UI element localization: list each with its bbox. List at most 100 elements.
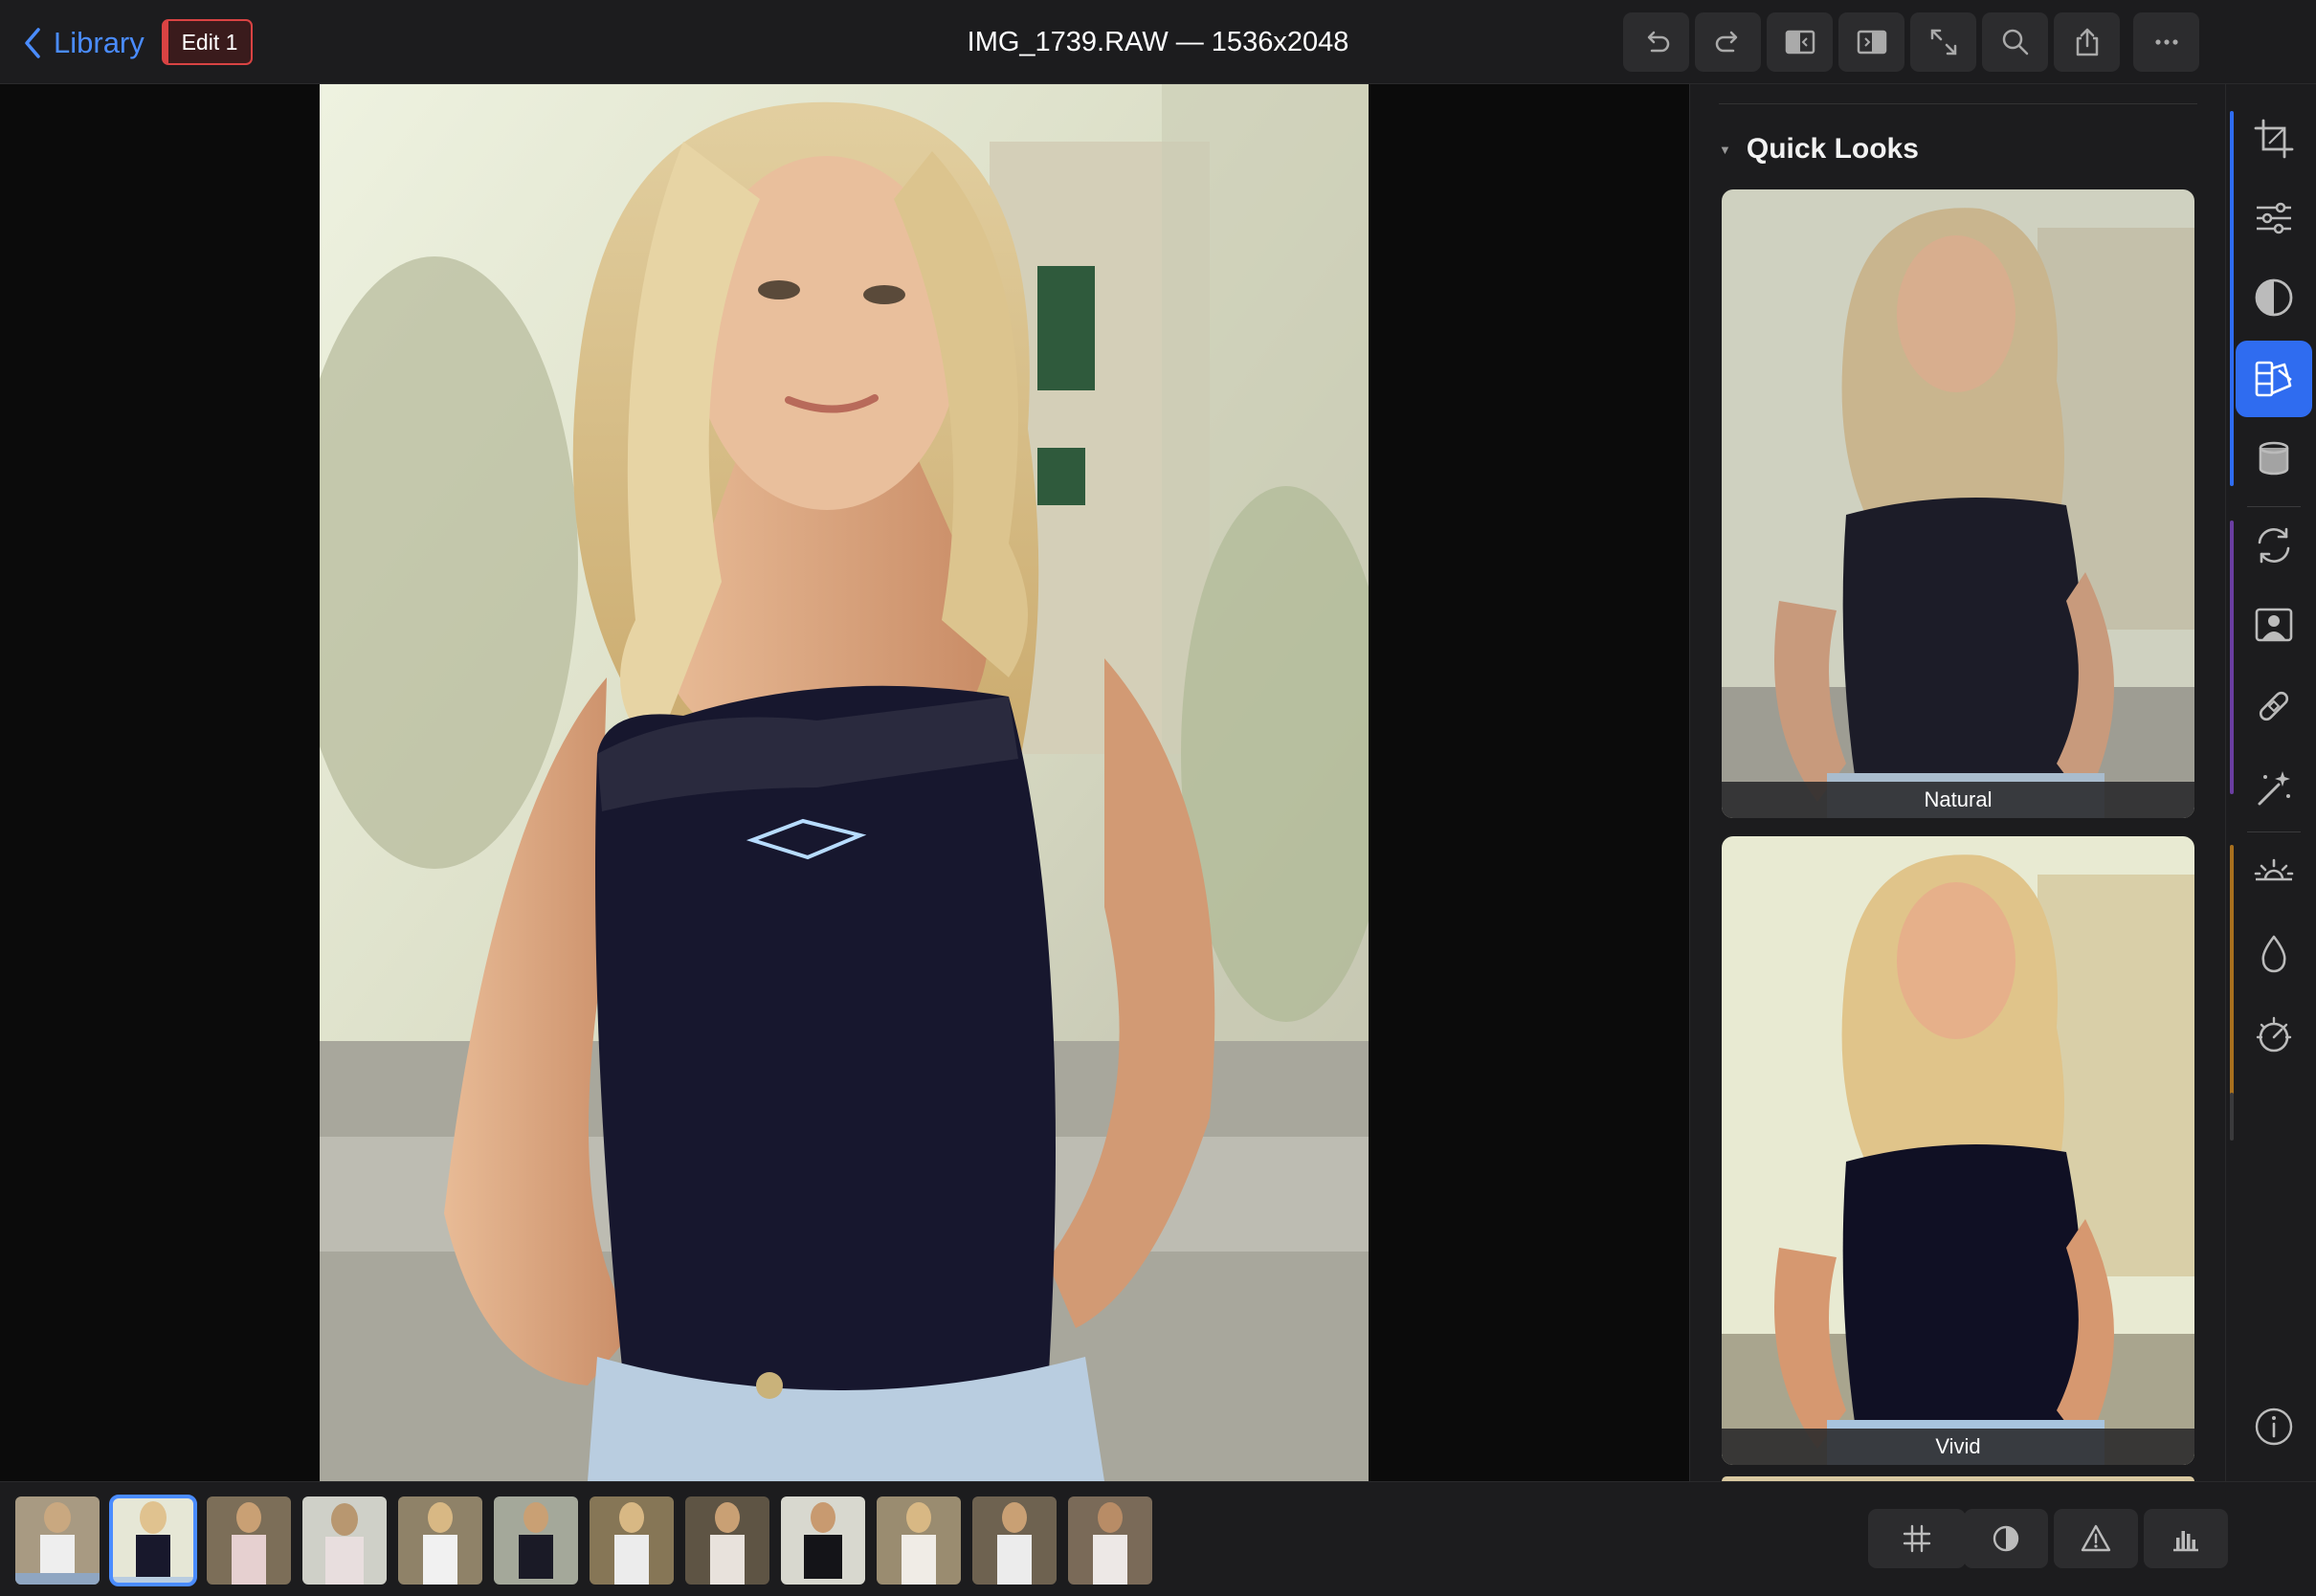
exposure-tool-button[interactable] [2236,834,2312,911]
magic-wand-tool-button[interactable] [2236,749,2312,826]
filmstrip-thumbnail[interactable] [15,1496,100,1585]
crop-tool-button[interactable] [2236,100,2312,177]
thumbnail-image [781,1496,865,1585]
undo-icon [1647,31,1669,53]
redo-icon [1715,31,1737,53]
thumbnail-image [877,1496,961,1585]
contrast-toggle-button[interactable] [1964,1509,2048,1568]
clipping-warning-button[interactable] [2054,1509,2138,1568]
info-button[interactable] [2236,1388,2312,1465]
thumbnail-image [972,1496,1057,1585]
compare-before-button[interactable] [1767,12,1833,72]
filmstrip [0,1481,2316,1596]
look-label: Vivid [1722,1429,2194,1465]
thumbnail-image [111,1496,195,1585]
adjustments-icon [2257,202,2291,234]
rail-group-stripe-orange [2230,845,2234,1113]
filmstrip-thumbnail[interactable] [207,1496,291,1585]
look-card-natural[interactable]: Natural [1722,189,2194,818]
looks-tool-button[interactable] [2236,341,2312,417]
share-button[interactable] [2054,12,2120,72]
lut-tool-button[interactable] [2236,420,2312,497]
compare-after-button[interactable] [1838,12,1904,72]
heal-icon [2259,691,2289,721]
back-to-library-button[interactable]: Library [21,23,145,63]
filmstrip-thumbnail[interactable] [877,1496,961,1585]
compare-before-icon [1785,30,1815,55]
section-title: Quick Looks [1746,133,1919,165]
contrast-icon [1993,1525,2019,1552]
look-preview-vivid [1722,836,2194,1465]
zoom-icon [2002,29,2028,55]
thumbnail-image [302,1496,387,1585]
zoom-button[interactable] [1982,12,2048,72]
tone-tool-button[interactable] [2236,259,2312,336]
image-canvas[interactable] [0,84,1689,1481]
color-drop-icon [2261,935,2286,973]
quick-looks-header[interactable]: ▼ Quick Looks [1719,130,1919,168]
lut-icon [2259,441,2289,476]
more-icon [2154,39,2178,45]
sync-icon [2258,527,2290,564]
filmstrip-thumbnail[interactable] [590,1496,674,1585]
panel-divider [1719,103,2197,104]
heal-tool-button[interactable] [2236,668,2312,744]
photo-preview [320,84,1369,1481]
crop-icon [2254,119,2294,159]
thumbnail-image [398,1496,482,1585]
filmstrip-thumbnail[interactable] [302,1496,387,1585]
thumbnail-image [685,1496,769,1585]
portrait-tool-button[interactable] [2236,587,2312,663]
main-photo[interactable] [320,84,1369,1481]
quick-looks-panel: ▼ Quick Looks Natural Vivid [1689,84,2225,1481]
gauge-tool-button[interactable] [2236,997,2312,1074]
info-icon [2255,1408,2293,1446]
tone-icon [2255,278,2293,317]
gauge-icon [2256,1016,2292,1053]
look-preview-natural [1722,189,2194,818]
grid-icon [1903,1524,1931,1553]
grid-overlay-button[interactable] [1868,1509,1966,1568]
more-button[interactable] [2133,12,2199,72]
compare-after-icon [1857,30,1886,55]
redo-button[interactable] [1695,12,1761,72]
thumbnail-image [494,1496,578,1585]
filmstrip-thumbnail-selected[interactable] [109,1495,197,1586]
rail-group-stripe-purple [2230,521,2234,794]
filmstrip-thumbnail[interactable] [685,1496,769,1585]
rail-divider [2247,831,2301,832]
fullscreen-icon [1930,29,1956,55]
portrait-icon [2255,608,2293,642]
undo-button[interactable] [1623,12,1689,72]
tool-rail [2225,84,2316,1481]
rail-group-stripe-blue [2230,111,2234,486]
warning-icon [2081,1524,2111,1552]
filmstrip-thumbnail[interactable] [972,1496,1057,1585]
histogram-button[interactable] [2144,1509,2228,1568]
filmstrip-thumbnail[interactable] [781,1496,865,1585]
top-toolbar: Library Edit 1 IMG_1739.RAW — 1536x2048 [0,0,2316,84]
thumbnail-image [15,1496,100,1585]
thumbnail-image [207,1496,291,1585]
share-icon [2076,28,2098,56]
thumbnail-image [590,1496,674,1585]
edit-version-badge[interactable]: Edit 1 [162,19,253,65]
thumbnail-image [1068,1496,1152,1585]
rail-scroll-indicator [2230,1093,2234,1141]
magic-wand-icon [2258,771,2290,806]
fullscreen-button[interactable] [1910,12,1976,72]
filmstrip-thumbnail[interactable] [1068,1496,1152,1585]
image-title: IMG_1739.RAW — 1536x2048 [967,27,1349,57]
looks-icon [2255,361,2292,397]
histogram-icon [2173,1531,2198,1552]
look-label: Natural [1722,782,2194,818]
collapse-triangle-icon: ▼ [1719,142,1731,157]
look-card-vivid[interactable]: Vivid [1722,836,2194,1465]
color-drop-tool-button[interactable] [2236,916,2312,992]
filmstrip-thumbnail[interactable] [494,1496,578,1585]
chevron-left-icon [25,28,40,58]
back-label: Library [54,26,145,59]
adjustments-tool-button[interactable] [2236,180,2312,256]
filmstrip-thumbnail[interactable] [398,1496,482,1585]
sync-tool-button[interactable] [2236,507,2312,584]
